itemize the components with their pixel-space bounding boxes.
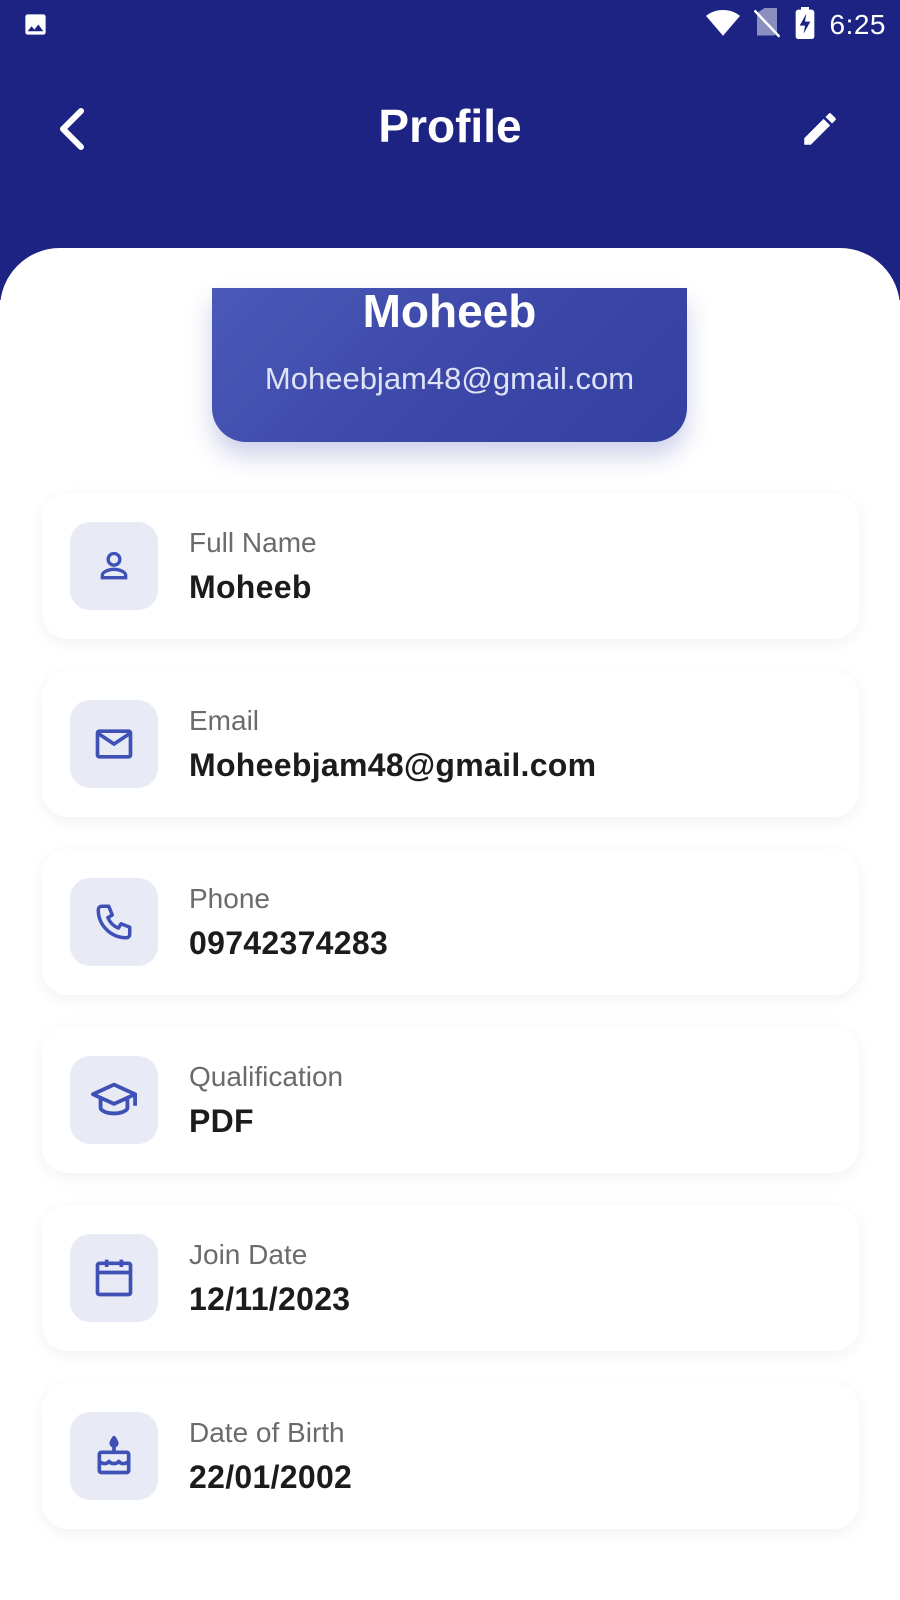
person-icon	[70, 522, 158, 610]
field-label: Phone	[189, 883, 270, 914]
field-card-phone: Phone 09742374283	[42, 849, 859, 995]
field-value: 22/01/2002	[189, 1459, 353, 1495]
field-label: Qualification	[189, 1061, 344, 1092]
mail-icon	[70, 700, 158, 788]
field-card-join-date: Join Date 12/11/2023	[42, 1205, 859, 1351]
field-card-full-name: Full Name Moheeb	[42, 493, 859, 639]
image-notification-icon	[22, 11, 49, 38]
field-value: 12/11/2023	[189, 1281, 351, 1317]
app-bar: Profile	[0, 85, 900, 173]
battery-charging-icon	[794, 6, 816, 44]
profile-fields-list: Full Name Moheeb Email Moheebjam48@gmail…	[42, 493, 859, 1561]
graduation-cap-icon	[70, 1056, 158, 1144]
edit-profile-button[interactable]	[796, 105, 844, 153]
field-value: PDF	[189, 1103, 254, 1139]
profile-email: Moheebjam48@gmail.com	[264, 361, 635, 396]
page-title: Profile	[378, 100, 522, 152]
profile-summary-card: Moheeb Moheebjam48@gmail.com	[212, 285, 687, 442]
status-time: 6:25	[829, 9, 886, 40]
field-value: Moheeb	[189, 569, 312, 605]
no-sim-icon	[753, 7, 780, 43]
calendar-icon	[70, 1234, 158, 1322]
field-card-date-of-birth: Date of Birth 22/01/2002	[42, 1383, 859, 1529]
pencil-icon	[804, 113, 836, 145]
profile-name: Moheeb	[362, 285, 537, 337]
field-card-qualification: Qualification PDF	[42, 1027, 859, 1173]
field-card-email: Email Moheebjam48@gmail.com	[42, 671, 859, 817]
phone-icon	[70, 878, 158, 966]
field-value: 09742374283	[189, 925, 389, 961]
wifi-icon	[705, 8, 740, 43]
field-value: Moheebjam48@gmail.com	[189, 747, 597, 783]
cake-icon	[70, 1412, 158, 1500]
field-label: Date of Birth	[189, 1417, 345, 1448]
field-label: Full Name	[189, 527, 317, 558]
field-label: Email	[189, 705, 260, 736]
field-label: Join Date	[189, 1239, 308, 1270]
status-bar: 6:25	[0, 0, 900, 50]
